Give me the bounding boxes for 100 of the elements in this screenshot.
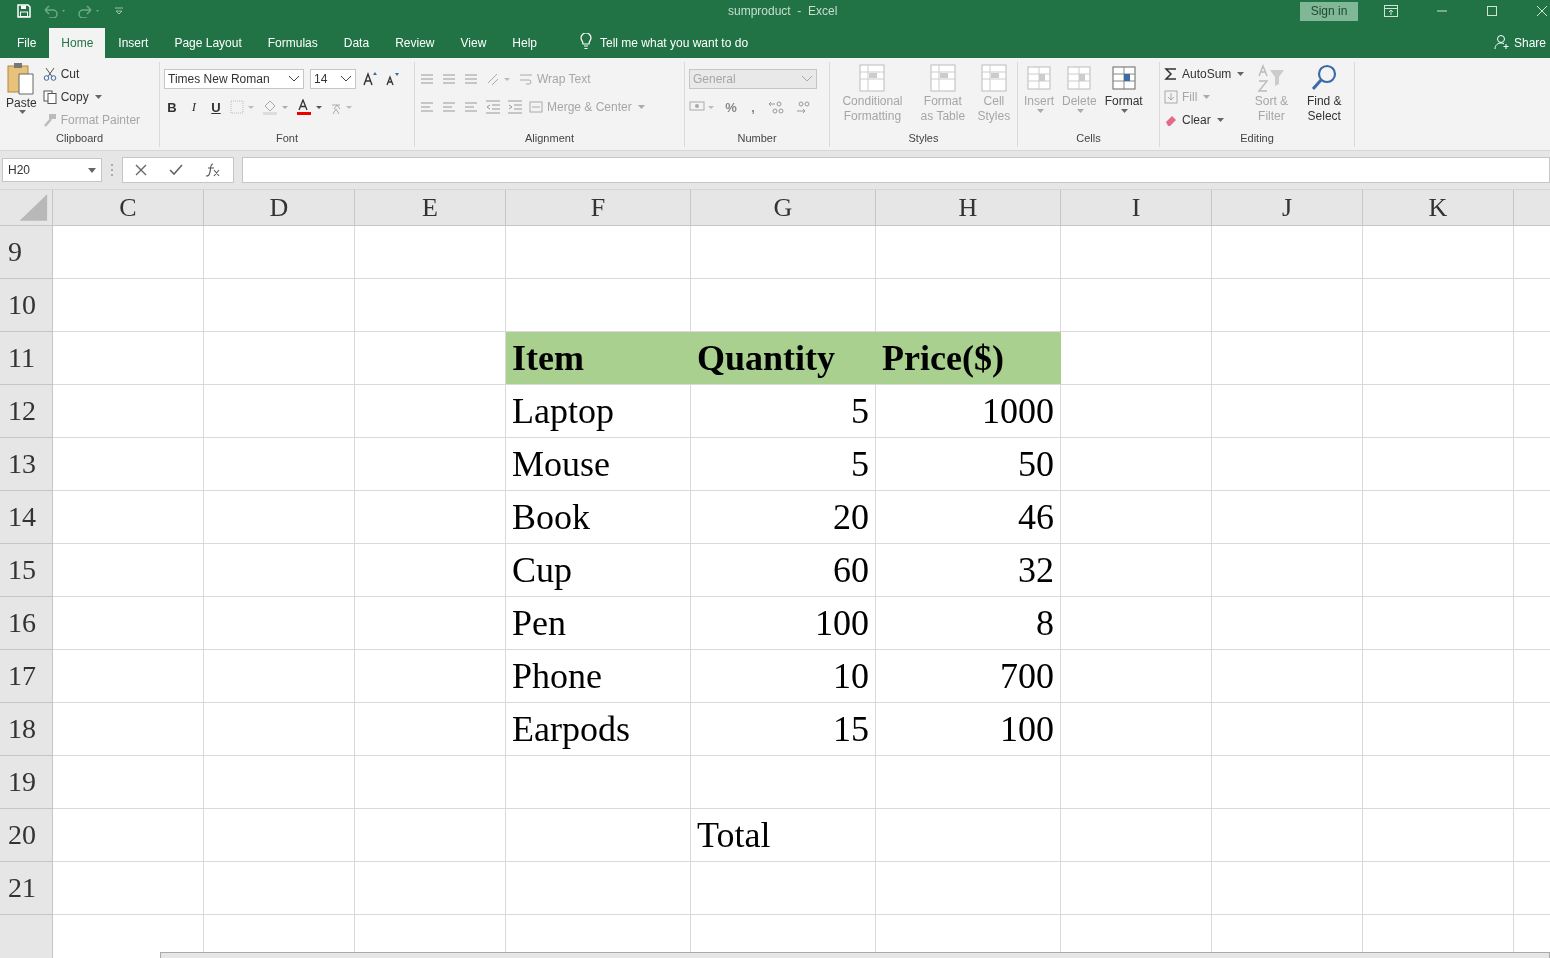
table-cell-text: 15	[832, 708, 870, 751]
horizontal-scrollbar[interactable]	[160, 952, 1550, 958]
formula-input[interactable]	[242, 157, 1550, 183]
group-label: Styles	[907, 131, 940, 145]
cancel-icon[interactable]	[135, 164, 147, 176]
menu-tab[interactable]: Home	[49, 28, 106, 58]
table-cell-text: 5	[850, 390, 870, 433]
menu-tab[interactable]: View	[447, 28, 500, 58]
checkmark-icon[interactable]	[169, 164, 183, 176]
close-icon[interactable]	[1536, 5, 1548, 17]
sort-filter-icon	[1256, 62, 1287, 94]
lines-icon[interactable]	[441, 99, 457, 115]
row-header[interactable]: 13	[0, 438, 53, 491]
merge-icon	[529, 100, 543, 114]
caret-icon	[1121, 109, 1129, 113]
paintbrush-icon	[42, 112, 57, 127]
column-header[interactable]: J	[1212, 190, 1363, 225]
lines-icon[interactable]	[419, 99, 435, 115]
save-icon[interactable]	[16, 3, 32, 19]
bold-button[interactable]: B	[164, 99, 180, 115]
italic-button[interactable]: I	[186, 99, 202, 115]
row-header[interactable]: 21	[0, 862, 53, 915]
underline-button[interactable]: U	[208, 99, 224, 115]
menu-tab[interactable]: Insert	[105, 28, 162, 58]
lines-icon[interactable]	[419, 71, 435, 87]
row-header[interactable]: 10	[0, 279, 53, 332]
table-cell-text: 32	[1017, 549, 1055, 592]
increase-indent-icon[interactable]	[507, 99, 523, 115]
copy-icon	[42, 89, 57, 104]
column-header[interactable]: K	[1363, 190, 1514, 225]
table-cell-text: 8	[1035, 602, 1055, 645]
table-cell-text: 20	[832, 496, 870, 539]
row-header[interactable]: 11	[0, 332, 53, 385]
person-add-icon[interactable]	[1493, 34, 1510, 50]
header-cell: Item	[506, 332, 691, 384]
table-cell-text: Book	[511, 496, 591, 539]
paste-button[interactable]: Paste	[4, 62, 39, 114]
cells-button[interactable]: Format	[1102, 62, 1145, 113]
column-header[interactable]: E	[355, 190, 506, 225]
orientation-icon[interactable]	[485, 71, 513, 87]
row-header[interactable]: 14	[0, 491, 53, 544]
customize-caret-icon[interactable]	[114, 6, 124, 16]
fill-color-icon[interactable]	[262, 99, 290, 115]
lines-icon[interactable]	[441, 71, 457, 87]
table-cell-text: 5	[850, 443, 870, 486]
table-cell-text: Laptop	[511, 390, 615, 433]
row-header[interactable]: 16	[0, 597, 53, 650]
clear-button[interactable]: Clear	[1164, 110, 1245, 129]
column-header[interactable]: C	[53, 190, 204, 225]
column-header[interactable]: I	[1061, 190, 1212, 225]
menu-tab[interactable]: Review	[382, 28, 448, 58]
share-button[interactable]: Share	[1513, 28, 1546, 58]
decrease-indent-icon[interactable]	[485, 99, 501, 115]
increase-decimal-icon[interactable]	[767, 99, 787, 115]
copy-button[interactable]: Copy	[42, 87, 141, 106]
row-header[interactable]: 15	[0, 544, 53, 597]
font-size-dropdown[interactable]: 14	[310, 69, 356, 89]
caret-icon	[1036, 109, 1044, 113]
column-header[interactable]: H	[876, 190, 1061, 225]
name-box[interactable]: H20	[2, 158, 102, 182]
table-icon	[927, 62, 958, 94]
undo-icon[interactable]	[42, 4, 68, 18]
lines-icon[interactable]	[463, 99, 479, 115]
cut-button[interactable]: Cut	[42, 64, 141, 83]
menu-tab[interactable]: Data	[330, 28, 383, 58]
shrink-font-icon[interactable]	[384, 71, 400, 87]
font-family-dropdown[interactable]: Times New Roman	[164, 69, 304, 89]
find-select-button[interactable]: Find & Select	[1298, 62, 1350, 124]
grow-font-icon[interactable]	[362, 71, 378, 87]
row-header[interactable]: 12	[0, 385, 53, 438]
table-cell-text: 60	[832, 549, 870, 592]
column-header[interactable]: F	[506, 190, 691, 225]
maximize-icon[interactable]	[1486, 5, 1498, 17]
column-header[interactable]: D	[204, 190, 355, 225]
table-cell-text: Pen	[511, 602, 567, 645]
ribbon-display-icon[interactable]	[1384, 5, 1398, 17]
function-icon[interactable]	[205, 163, 221, 177]
row-header[interactable]: 9	[0, 226, 53, 279]
row-header[interactable]: 20	[0, 809, 53, 862]
row-header[interactable]: 19	[0, 756, 53, 809]
sign-in-button[interactable]: Sign in	[1300, 1, 1358, 21]
autosum-button[interactable]: AutoSum	[1164, 64, 1245, 83]
row-header[interactable]: 17	[0, 650, 53, 703]
menu-tab[interactable]: File	[4, 28, 50, 58]
header-cell: Price($)	[876, 332, 1061, 384]
caret-icon	[1076, 109, 1084, 113]
column-header[interactable]: G	[691, 190, 876, 225]
font-color-icon[interactable]	[296, 99, 324, 115]
borders-icon[interactable]	[230, 99, 256, 115]
caret-icon	[1216, 117, 1224, 122]
menu-tab[interactable]: Page Layout	[161, 28, 255, 58]
scissors-icon	[42, 66, 57, 81]
drag-handle-icon[interactable]	[110, 163, 114, 177]
menu-tab[interactable]: Formulas	[254, 28, 331, 58]
tell-me-search[interactable]: Tell me what you want to do	[600, 28, 749, 58]
menu-tab[interactable]: Help	[499, 28, 550, 58]
row-header[interactable]: 18	[0, 703, 53, 756]
chevron-icon	[340, 75, 352, 83]
lines-icon[interactable]	[463, 71, 479, 87]
table-cell-text: 100	[999, 708, 1055, 751]
